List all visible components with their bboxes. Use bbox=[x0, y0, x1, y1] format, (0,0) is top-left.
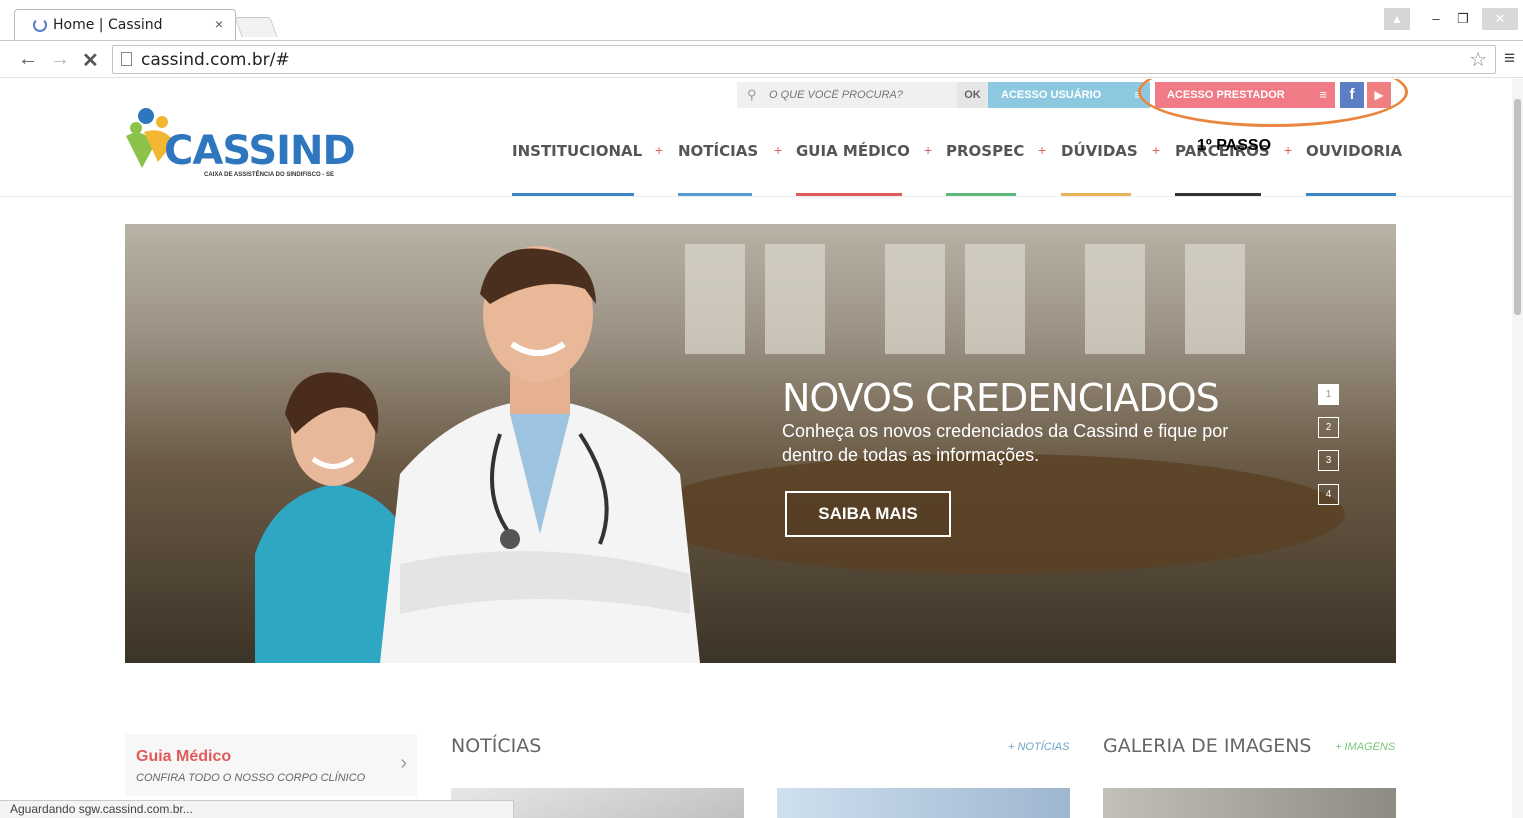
logo-subtitle: CAIXA DE ASSISTÊNCIA DO SINDIFISCO - SE bbox=[204, 172, 335, 178]
tab-title: Home | Cassind bbox=[53, 17, 163, 33]
noticias-heading: NOTÍCIAS bbox=[451, 735, 542, 757]
nav-duvidas[interactable]: DÚVIDAS bbox=[1061, 142, 1138, 160]
nav-noticias[interactable]: NOTÍCIAS bbox=[678, 142, 758, 160]
acesso-usuario-button[interactable]: ACESSO USUÁRIO ≡ bbox=[988, 82, 1150, 108]
browser-titlebar: Home | Cassind × ▲ – ❐ ✕ bbox=[0, 0, 1523, 40]
nav-separator-icon: + bbox=[1284, 142, 1293, 158]
cassind-logo[interactable]: CASSIND CAIXA DE ASSISTÊNCIA DO SINDIFIS… bbox=[124, 106, 356, 186]
close-window-icon[interactable]: ✕ bbox=[1482, 8, 1518, 30]
hero-table-shape bbox=[645, 454, 1345, 574]
slide-dot-4[interactable]: 4 bbox=[1318, 484, 1339, 505]
gallery-thumbnail[interactable] bbox=[1103, 788, 1396, 818]
acesso-usuario-label: ACESSO USUÁRIO bbox=[1001, 89, 1102, 101]
browser-tab[interactable]: Home | Cassind × bbox=[14, 9, 236, 40]
hero-slider: NOVOS CREDENCIADOS Conheça os novos cred… bbox=[125, 224, 1396, 663]
search-input[interactable] bbox=[769, 82, 949, 108]
nav-guia-medico[interactable]: GUIA MÉDICO bbox=[796, 142, 910, 160]
guia-medico-card[interactable]: Guia Médico CONFIRA TODO O NOSSO CORPO C… bbox=[125, 734, 417, 796]
header-divider bbox=[0, 196, 1512, 197]
maximize-icon[interactable]: ❐ bbox=[1452, 8, 1474, 30]
nav-separator-icon: + bbox=[774, 142, 783, 158]
page-scrollbar[interactable] bbox=[1512, 79, 1523, 818]
chevron-right-icon: › bbox=[400, 752, 407, 774]
forward-icon[interactable]: → bbox=[50, 48, 70, 71]
nav-separator-icon: + bbox=[924, 142, 933, 158]
slide-dot-2[interactable]: 2 bbox=[1318, 417, 1339, 438]
slide-dot-1[interactable]: 1 bbox=[1318, 384, 1339, 405]
hero-subtitle: Conheça os novos credenciados da Cassind… bbox=[782, 421, 1229, 465]
galeria-heading: GALERIA DE IMAGENS bbox=[1103, 735, 1312, 757]
profile-icon[interactable]: ▲ bbox=[1384, 8, 1410, 30]
hero-window-shape bbox=[1085, 244, 1145, 354]
hero-window-shape bbox=[965, 244, 1025, 354]
search-icon: ⚲ bbox=[747, 87, 757, 102]
guia-subtitle: CONFIRA TODO O NOSSO CORPO CLÍNICO bbox=[136, 772, 366, 784]
passo-annotation: 1º PASSO bbox=[1197, 137, 1272, 154]
tab-close-icon[interactable]: × bbox=[215, 16, 223, 32]
hero-window-shape bbox=[885, 244, 945, 354]
new-tab-button[interactable] bbox=[234, 17, 278, 37]
minimize-icon[interactable]: – bbox=[1424, 8, 1448, 30]
bookmark-star-icon[interactable]: ☆ bbox=[1469, 47, 1487, 72]
hero-window-shape bbox=[765, 244, 825, 354]
back-icon[interactable]: ← bbox=[18, 48, 38, 71]
news-thumbnail[interactable] bbox=[777, 788, 1070, 818]
doctor-man-image bbox=[380, 246, 700, 663]
web-page: ⚲ OK ACESSO USUÁRIO ≡ ACESSO PRESTADOR ≡… bbox=[0, 79, 1512, 818]
guia-title: Guia Médico bbox=[136, 748, 232, 765]
hero-title: NOVOS CREDENCIADOS bbox=[782, 376, 1220, 420]
slide-dot-3[interactable]: 3 bbox=[1318, 450, 1339, 471]
galeria-more-link[interactable]: + IMAGENS bbox=[1335, 741, 1395, 753]
nav-ouvidoria[interactable]: OUVIDORIA bbox=[1306, 142, 1402, 160]
page-icon bbox=[121, 52, 132, 66]
noticias-more-link[interactable]: + NOTÍCIAS bbox=[1008, 741, 1069, 753]
scrollbar-thumb[interactable] bbox=[1514, 99, 1521, 315]
saiba-mais-button[interactable]: SAIBA MAIS bbox=[785, 491, 951, 537]
status-bar: Aguardando sgw.cassind.com.br... bbox=[0, 800, 514, 818]
nav-separator-icon: + bbox=[1152, 142, 1161, 158]
nav-separator-icon: + bbox=[655, 142, 664, 158]
url-text[interactable]: cassind.com.br/# bbox=[141, 50, 290, 70]
logo-text: CASSIND bbox=[164, 128, 356, 174]
highlight-annotation bbox=[1138, 79, 1408, 127]
nav-prospec[interactable]: PROSPEC bbox=[946, 142, 1024, 160]
stop-loading-icon[interactable]: ✕ bbox=[82, 48, 99, 73]
site-search[interactable]: ⚲ bbox=[737, 82, 957, 108]
hero-window-shape bbox=[1185, 244, 1245, 354]
nav-institucional[interactable]: INSTITUCIONAL bbox=[512, 142, 642, 160]
loading-spinner-icon bbox=[33, 18, 47, 32]
nav-separator-icon: + bbox=[1038, 142, 1047, 158]
chrome-menu-icon[interactable]: ≡ bbox=[1504, 48, 1515, 70]
search-ok-button[interactable]: OK bbox=[957, 82, 988, 108]
browser-toolbar: ← → ✕ cassind.com.br/# ☆ ≡ bbox=[0, 40, 1523, 78]
address-bar[interactable]: cassind.com.br/# ☆ bbox=[112, 45, 1496, 74]
